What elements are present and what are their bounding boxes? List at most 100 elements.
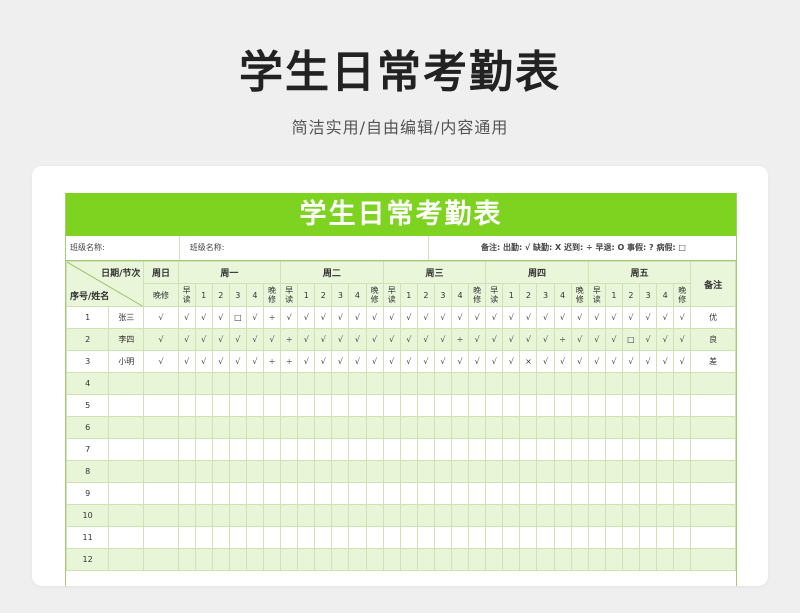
attendance-cell[interactable]: [228, 438, 247, 461]
student-name[interactable]: [108, 482, 145, 505]
student-name[interactable]: [108, 548, 145, 571]
attendance-cell[interactable]: [177, 394, 196, 417]
remark-cell[interactable]: [690, 526, 736, 549]
class-name-field-2[interactable]: [228, 236, 430, 260]
attendance-cell[interactable]: √: [536, 328, 555, 351]
attendance-cell[interactable]: [297, 438, 316, 461]
attendance-cell[interactable]: √: [245, 306, 264, 329]
attendance-cell[interactable]: √: [365, 350, 384, 373]
attendance-cell[interactable]: ÷: [280, 350, 299, 373]
attendance-cell[interactable]: [399, 438, 418, 461]
attendance-cell[interactable]: √: [519, 328, 538, 351]
attendance-cell[interactable]: [245, 548, 264, 571]
student-name[interactable]: [108, 526, 145, 549]
attendance-cell[interactable]: [194, 504, 213, 527]
attendance-cell[interactable]: [331, 526, 350, 549]
attendance-cell[interactable]: [177, 460, 196, 483]
attendance-cell[interactable]: √: [587, 350, 606, 373]
attendance-cell[interactable]: √: [485, 328, 504, 351]
attendance-cell[interactable]: [638, 548, 658, 571]
attendance-cell[interactable]: [433, 394, 452, 417]
attendance-cell[interactable]: [245, 416, 264, 439]
attendance-cell[interactable]: [519, 372, 538, 395]
attendance-cell[interactable]: √: [143, 306, 179, 329]
attendance-cell[interactable]: [280, 460, 299, 483]
attendance-cell[interactable]: [194, 372, 213, 395]
attendance-cell[interactable]: [245, 526, 264, 549]
remark-cell[interactable]: [690, 416, 736, 439]
attendance-cell[interactable]: [604, 504, 623, 527]
attendance-cell[interactable]: [365, 526, 384, 549]
attendance-cell[interactable]: [245, 460, 264, 483]
attendance-cell[interactable]: [638, 372, 658, 395]
attendance-cell[interactable]: [399, 416, 418, 439]
attendance-cell[interactable]: [280, 416, 299, 439]
attendance-cell[interactable]: [519, 482, 538, 505]
attendance-cell[interactable]: [416, 416, 435, 439]
attendance-cell[interactable]: √: [433, 328, 452, 351]
attendance-cell[interactable]: [536, 526, 555, 549]
attendance-cell[interactable]: √: [553, 306, 572, 329]
attendance-cell[interactable]: √: [433, 350, 452, 373]
attendance-cell[interactable]: √: [399, 350, 418, 373]
attendance-cell[interactable]: [365, 482, 384, 505]
class-name-field[interactable]: [109, 236, 180, 260]
attendance-cell[interactable]: [450, 460, 470, 483]
attendance-cell[interactable]: [433, 372, 452, 395]
student-name[interactable]: [108, 438, 145, 461]
attendance-cell[interactable]: [638, 504, 658, 527]
attendance-cell[interactable]: [262, 394, 282, 417]
attendance-cell[interactable]: [177, 438, 196, 461]
attendance-cell[interactable]: [382, 372, 401, 395]
attendance-cell[interactable]: [194, 548, 213, 571]
attendance-cell[interactable]: [399, 548, 418, 571]
attendance-cell[interactable]: [536, 548, 555, 571]
attendance-cell[interactable]: [621, 460, 641, 483]
attendance-cell[interactable]: √: [502, 350, 521, 373]
attendance-cell[interactable]: [519, 394, 538, 417]
attendance-cell[interactable]: [502, 548, 521, 571]
attendance-cell[interactable]: √: [638, 350, 658, 373]
attendance-cell[interactable]: [143, 548, 179, 571]
attendance-cell[interactable]: [416, 460, 435, 483]
student-name[interactable]: 张三: [108, 306, 145, 329]
attendance-cell[interactable]: [143, 504, 179, 527]
attendance-cell[interactable]: [621, 504, 641, 527]
attendance-cell[interactable]: [536, 394, 555, 417]
attendance-cell[interactable]: [621, 394, 641, 417]
attendance-cell[interactable]: √: [673, 350, 692, 373]
attendance-cell[interactable]: [673, 394, 692, 417]
attendance-cell[interactable]: √: [502, 306, 521, 329]
attendance-cell[interactable]: [297, 372, 316, 395]
attendance-cell[interactable]: [297, 416, 316, 439]
attendance-cell[interactable]: [553, 504, 572, 527]
attendance-cell[interactable]: [228, 416, 247, 439]
attendance-cell[interactable]: √: [416, 350, 435, 373]
attendance-cell[interactable]: √: [382, 306, 401, 329]
attendance-cell[interactable]: ÷: [262, 350, 282, 373]
attendance-cell[interactable]: [314, 394, 333, 417]
attendance-cell[interactable]: [382, 460, 401, 483]
attendance-cell[interactable]: [656, 526, 675, 549]
attendance-cell[interactable]: [553, 526, 572, 549]
attendance-cell[interactable]: [485, 416, 504, 439]
attendance-cell[interactable]: [228, 548, 247, 571]
attendance-cell[interactable]: [570, 394, 589, 417]
attendance-cell[interactable]: √: [433, 306, 452, 329]
attendance-cell[interactable]: [673, 460, 692, 483]
attendance-cell[interactable]: √: [348, 328, 367, 351]
attendance-cell[interactable]: [365, 372, 384, 395]
attendance-cell[interactable]: [502, 526, 521, 549]
attendance-cell[interactable]: [433, 482, 452, 505]
attendance-cell[interactable]: [382, 504, 401, 527]
attendance-cell[interactable]: ÷: [262, 306, 282, 329]
attendance-cell[interactable]: [331, 482, 350, 505]
attendance-cell[interactable]: [416, 548, 435, 571]
attendance-cell[interactable]: [331, 460, 350, 483]
attendance-cell[interactable]: ÷: [553, 328, 572, 351]
attendance-cell[interactable]: [245, 482, 264, 505]
attendance-cell[interactable]: [570, 372, 589, 395]
attendance-cell[interactable]: [673, 526, 692, 549]
attendance-cell[interactable]: [502, 372, 521, 395]
attendance-cell[interactable]: [314, 504, 333, 527]
